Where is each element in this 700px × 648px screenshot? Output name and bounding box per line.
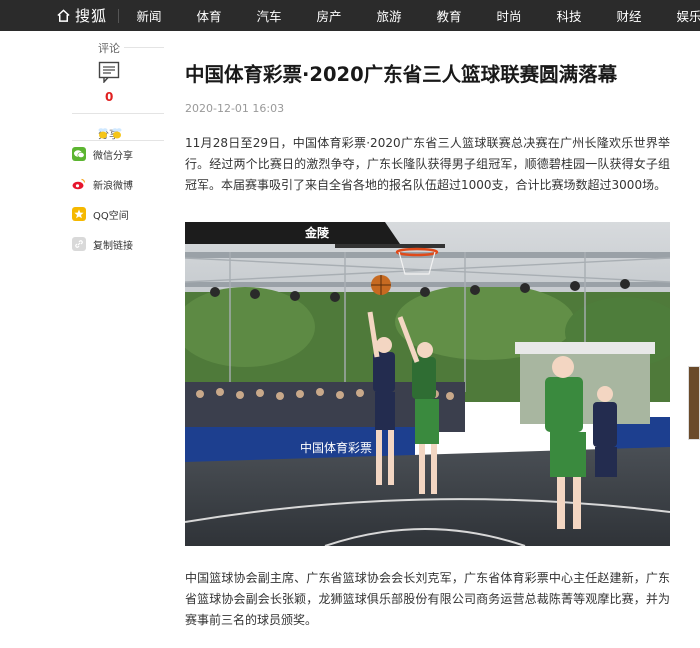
share-weibo[interactable]: 新浪微博	[72, 174, 133, 194]
channel-nav: 新闻 体育 汽车 房产 旅游 教育 时尚 科技 财经 娱乐	[118, 0, 700, 31]
share-qzone-label: QQ空间	[93, 210, 129, 222]
wechat-icon	[72, 147, 86, 161]
qzone-star-icon	[72, 207, 86, 221]
copy-link-label: 复制链接	[93, 240, 133, 252]
nav-item-finance[interactable]: 财经	[599, 6, 659, 25]
copy-link[interactable]: 复制链接	[72, 234, 133, 254]
nav-item-house[interactable]: 房产	[299, 6, 359, 25]
article-title: 中国体育彩票·2020广东省三人篮球联赛圆满落幕	[185, 63, 618, 86]
bee-mascot-icon	[98, 128, 122, 139]
home-icon	[57, 9, 70, 22]
ad-board-text: 中国体育彩票	[300, 440, 372, 455]
nav-item-sports[interactable]: 体育	[179, 6, 239, 25]
nav-item-tech[interactable]: 科技	[539, 6, 599, 25]
weibo-icon	[72, 177, 86, 191]
sohu-logo[interactable]: 搜狐	[56, 4, 107, 27]
share-wechat[interactable]: 微信分享	[72, 144, 133, 164]
article-photo[interactable]: 金陵 中国体育彩票	[185, 222, 670, 546]
nav-item-fashion[interactable]: 时尚	[479, 6, 539, 25]
basketball-photo-illustration: 金陵 中国体育彩票	[185, 222, 670, 546]
nav-item-auto[interactable]: 汽车	[239, 6, 299, 25]
share-qzone[interactable]: QQ空间	[72, 204, 129, 224]
photo-banner-text: 金陵	[304, 225, 330, 240]
link-icon	[72, 237, 86, 251]
share-wechat-label: 微信分享	[93, 150, 133, 162]
comment-label: 评论	[98, 42, 120, 55]
comment-count[interactable]: 0	[105, 90, 113, 104]
nav-item-education[interactable]: 教育	[419, 6, 479, 25]
rail-divider	[124, 47, 164, 48]
rail-divider	[72, 113, 164, 114]
nav-item-entertainment[interactable]: 娱乐	[659, 6, 700, 25]
article: 中国体育彩票·2020广东省三人篮球联赛圆满落幕 2020-12-01 16:0…	[185, 60, 670, 627]
logo-text: 搜狐	[75, 7, 108, 25]
comment-icon[interactable]	[98, 61, 120, 83]
top-nav-bar: 搜狐 新闻 体育 汽车 房产 旅游 教育 时尚 科技 财经 娱乐	[0, 0, 700, 31]
article-paragraph: 11月28日至29日，中国体育彩票·2020广东省三人篮球联赛总决赛在广州长隆欢…	[185, 136, 670, 192]
rail-divider	[72, 140, 164, 141]
share-weibo-label: 新浪微博	[93, 180, 133, 192]
article-paragraph: 中国篮球协会副主席、广东省篮球协会会长刘克军，广东省体育彩票中心主任赵建新，广东…	[185, 571, 670, 627]
nav-item-news[interactable]: 新闻	[119, 6, 179, 25]
nav-item-travel[interactable]: 旅游	[359, 6, 419, 25]
side-thumbnail[interactable]	[688, 366, 700, 440]
publish-date: 2020-12-01 16:03	[185, 102, 285, 115]
